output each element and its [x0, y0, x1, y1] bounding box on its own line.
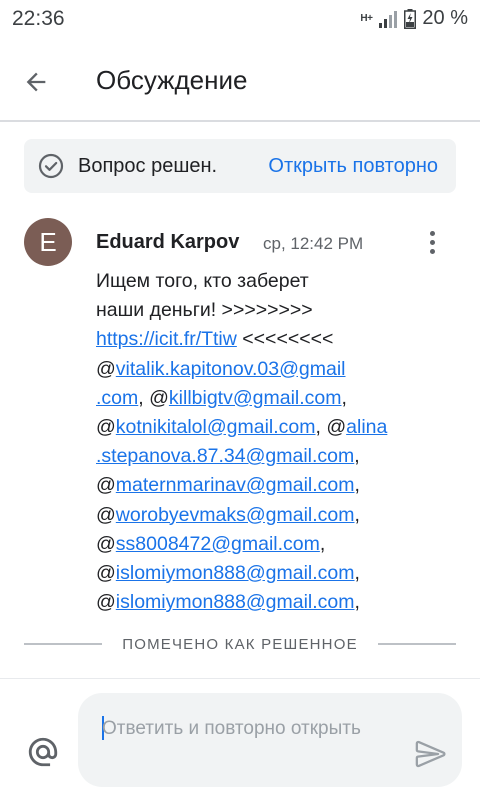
post-link[interactable]: kotnikitalol@gmail.com — [116, 416, 316, 438]
status-bar: 22:36 H+ 20 % — [0, 0, 480, 38]
page-title: Обсуждение — [96, 65, 248, 95]
post-text: , — [354, 561, 360, 584]
post-text: <<<<<<<< — [236, 328, 334, 351]
signal-icon — [379, 10, 398, 28]
post-text: , — [354, 445, 360, 468]
post-timestamp: ср, 12:42 PM — [263, 234, 364, 253]
resolved-banner: Вопрос решен. Открыть повторно — [24, 139, 456, 193]
post-line: https://icit.fr/Ttiw <<<<<<<< — [96, 325, 466, 354]
composer-separator — [0, 678, 480, 679]
post-text: , — [341, 386, 347, 409]
post-link[interactable]: islomiymon888@gmail.com — [116, 591, 355, 613]
author-name: Eduard Karpov — [96, 231, 240, 253]
post-line: @vitalik.kapitonov.03@gmail — [96, 355, 466, 384]
post-line: @islomiymon888@gmail.com, — [96, 588, 466, 617]
battery-icon — [404, 8, 417, 29]
reopen-button[interactable]: Открыть повторно — [268, 155, 438, 178]
post-body: Ищем того, кто заберет наши деньги! >>>>>… — [96, 267, 466, 617]
post-text: , @ — [315, 415, 347, 438]
battery-percent: 20 % — [422, 7, 468, 29]
post-line: наши деньги! >>>>>>>> — [96, 296, 466, 325]
more-options-button[interactable] — [416, 226, 448, 258]
post-text: @ — [96, 561, 116, 584]
post-line: .com, @killbigtv@gmail.com, — [96, 384, 466, 413]
post-line: @maternmarinav@gmail.com, — [96, 471, 466, 500]
divider-line — [377, 643, 457, 645]
post-text: Ищем того, кто заберет — [96, 270, 309, 292]
post-text: , — [319, 532, 326, 555]
post-link[interactable]: .stepanova.87.34@gmail.com — [96, 445, 354, 467]
resolved-marker: ПОМЕЧЕНО КАК РЕШЕННОЕ — [24, 632, 457, 656]
post-link[interactable]: .com — [96, 387, 138, 409]
post-text: @ — [96, 532, 116, 555]
post-text: , — [354, 591, 360, 614]
post-line: @worobyevmaks@gmail.com, — [96, 501, 466, 530]
post-text: @ — [96, 415, 116, 438]
post-text: @ — [96, 474, 116, 497]
post-link[interactable]: killbigtv@gmail.com — [169, 387, 342, 409]
at-sign-icon — [28, 737, 58, 767]
status-indicators: H+ 20 % — [360, 7, 468, 30]
post-line: .stepanova.87.34@gmail.com, — [96, 442, 466, 471]
resolved-marker-label: ПОМЕЧЕНО КАК РЕШЕННОЕ — [122, 635, 358, 653]
post-line: @kotnikitalol@gmail.com, @alina — [96, 413, 466, 442]
status-time: 22:36 — [12, 7, 65, 30]
post-line: Ищем того, кто заберет — [96, 267, 466, 296]
post-link[interactable]: ss8008472@gmail.com — [116, 533, 320, 555]
post-text: @ — [96, 357, 116, 380]
post-line: @ss8008472@gmail.com, — [96, 530, 466, 559]
post-link[interactable]: maternmarinav@gmail.com — [116, 474, 355, 496]
send-icon[interactable] — [414, 737, 448, 771]
post-text: , @ — [138, 386, 169, 409]
back-button[interactable] — [14, 60, 58, 104]
post-link[interactable]: islomiymon888@gmail.com — [116, 562, 355, 584]
post-link[interactable]: https://icit.fr/Ttiw — [96, 328, 237, 350]
post-text: , — [354, 503, 360, 526]
post-link[interactable]: alina — [346, 416, 387, 438]
app-bar: Обсуждение — [0, 38, 480, 122]
avatar[interactable]: E — [24, 218, 72, 266]
arrow-back-icon — [26, 72, 46, 92]
mention-button[interactable] — [26, 735, 60, 769]
post-text: @ — [96, 591, 116, 614]
check-circle-icon — [38, 153, 64, 179]
post-link[interactable]: worobyevmaks@gmail.com — [116, 504, 355, 526]
divider-line — [24, 643, 103, 645]
network-type: H+ — [360, 12, 373, 24]
post-line: @islomiymon888@gmail.com, — [96, 559, 466, 588]
more-vert-icon — [429, 230, 435, 236]
post-text: @ — [96, 503, 116, 526]
post-text: наши деньги! >>>>>>>> — [96, 299, 313, 322]
reply-input[interactable]: Ответить и повторно открыть — [78, 693, 462, 787]
banner-text: Вопрос решен. — [78, 155, 218, 177]
post-text: , — [354, 474, 360, 497]
reply-placeholder: Ответить и повторно открыть — [102, 718, 361, 739]
post-link[interactable]: vitalik.kapitonov.03@gmail — [116, 358, 346, 380]
